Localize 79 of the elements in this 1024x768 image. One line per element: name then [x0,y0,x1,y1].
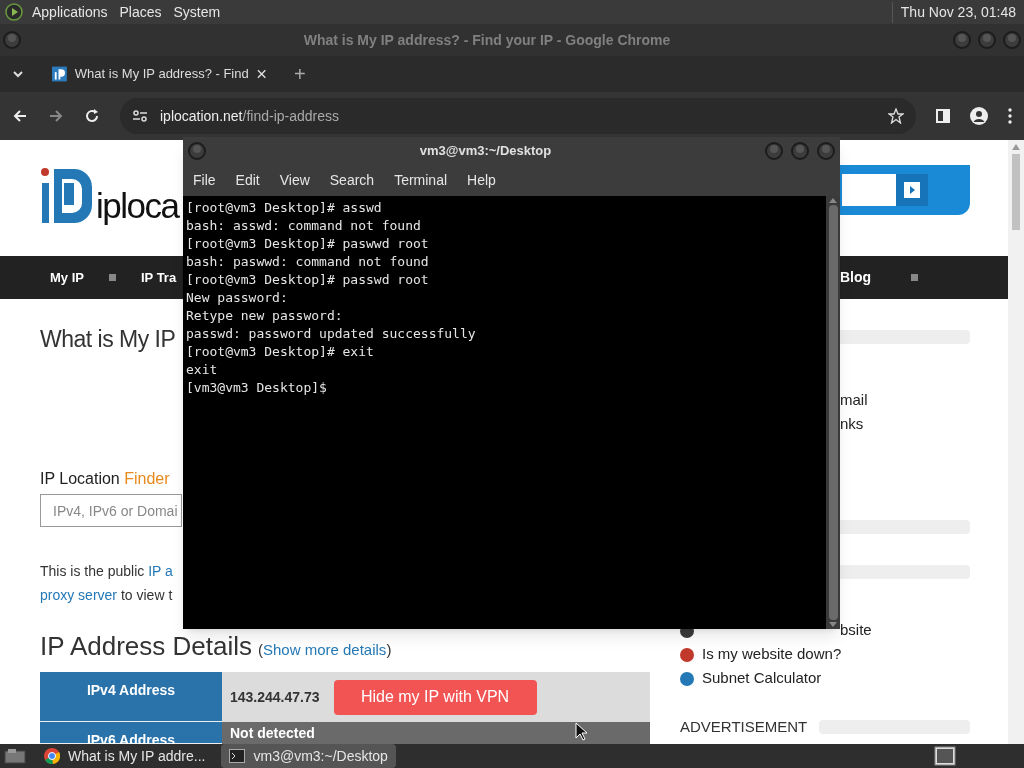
terminal-menu[interactable]: View [279,170,310,191]
scroll-up-icon[interactable] [829,198,837,203]
terminal-scrollbar[interactable] [826,196,840,629]
terminal-menu[interactable]: Edit [235,170,260,191]
tool-link[interactable]: Subnet Calculator [702,667,822,690]
text-link[interactable]: IP a [148,563,173,579]
terminal-menu[interactable]: Search [329,170,375,191]
address-bar[interactable]: iplocation.net/find-ip-address [120,98,916,134]
finder-label: IP Location Finder [40,469,171,489]
page-scrollbar[interactable] [1008,140,1024,744]
window-title: vm3@vm3:~/Desktop [419,142,552,161]
nav-link[interactable]: IP Tra [140,267,177,288]
site-favicon-icon [52,66,67,82]
search-submit-button[interactable] [896,174,928,207]
detail-value-cell: 143.244.47.73 Hide my IP with VPN [222,672,650,722]
show-desktop-icon[interactable] [4,748,28,764]
panel-menu[interactable]: Applications [32,1,108,23]
profile-icon[interactable] [970,107,988,125]
side-panel-icon[interactable] [936,109,950,123]
logo-mark-icon [40,165,94,224]
header-search-field[interactable] [842,174,896,207]
close-tab-icon[interactable] [256,69,266,79]
url-text: iplocation.net/find-ip-address [160,106,339,126]
taskbar-button[interactable]: vm3@vm3:~/Desktop [221,744,396,768]
ad-label: ADVERTISEMENT [680,716,808,737]
tool-link[interactable]: Is my website down? [702,643,842,666]
back-icon[interactable] [12,108,28,124]
nav-separator-icon [108,273,116,281]
window-menu-button[interactable] [2,30,22,50]
tab-list-icon[interactable] [12,68,24,80]
bookmark-star-icon[interactable] [888,108,904,124]
terminal-output: [root@vm3 Desktop]# asswd bash: asswd: command not found [root@vm3 Desktop]# paswwd root bash: paswwd: command not found [root@vm3 Desktop]# passwd root New password: Retype new password: passwd: password updated successfully [root@vm3 Desktop]# exit exit [vm3@vm3 Desktop]$ [183,196,826,629]
menu-logo-icon[interactable] [4,2,24,22]
forward-icon[interactable] [48,108,64,124]
terminal-menu[interactable]: File [193,170,216,191]
sidebar-link[interactable]: mail [840,387,868,412]
play-icon [904,182,920,199]
tool-link[interactable]: bsite [840,619,872,642]
nav-separator-icon [911,273,918,281]
workspace-icon[interactable] [934,746,956,766]
ip-search-field[interactable]: IPv4, IPv6 or Domai [40,494,182,527]
scroll-thumb[interactable] [1012,154,1020,230]
details-note: (Show more details) [257,640,392,660]
scroll-up-icon[interactable] [1012,144,1020,150]
minimize-button[interactable] [764,141,784,161]
new-tab-button[interactable]: + [294,59,306,89]
tab-title: What is My IP address? - Find [74,65,249,84]
section-heading: IP Address Details [40,630,252,663]
menu-icon[interactable] [1008,108,1012,124]
terminal-icon [229,749,246,763]
panel-menu[interactable]: System [173,1,221,23]
terminal-menu[interactable]: Help [467,170,496,191]
logo-text: iploca [96,188,179,224]
minimize-button[interactable] [952,30,972,50]
terminal-menu[interactable]: Terminal [394,170,448,191]
panel-menu[interactable]: Places [119,1,162,23]
window-menu-button[interactable] [187,141,207,161]
close-button[interactable] [1002,30,1022,50]
scroll-down-icon[interactable] [829,622,837,627]
browser-logo-icon [44,748,60,764]
close-button[interactable] [816,141,836,161]
text-link[interactable]: proxy server [40,587,118,603]
mouse-pointer-icon [575,722,587,741]
detail-value-cell: Not detected [222,722,650,744]
nav-link[interactable]: My IP [50,267,84,288]
taskbar-button[interactable]: What is My IP addre... [36,744,214,768]
scroll-thumb[interactable] [828,205,838,620]
sidebar-link[interactable]: nks [840,411,864,436]
reload-icon[interactable] [84,108,100,124]
maximize-button[interactable] [977,30,997,50]
intro-text: This is the public IP a proxy server to view t [40,562,173,605]
show-details-link[interactable]: Show more details [262,641,387,658]
page-heading: What is My IP [40,324,176,354]
detail-label-cell: IPv4 Address [40,672,222,722]
nav-link[interactable]: Blog [839,266,871,288]
clock: Thu Nov 23, 01:48 [891,1,1016,23]
maximize-button[interactable] [790,141,810,161]
window-title: What is My IP address? - Find your IP - Google Chrome [303,30,671,50]
site-settings-icon[interactable] [132,109,148,123]
